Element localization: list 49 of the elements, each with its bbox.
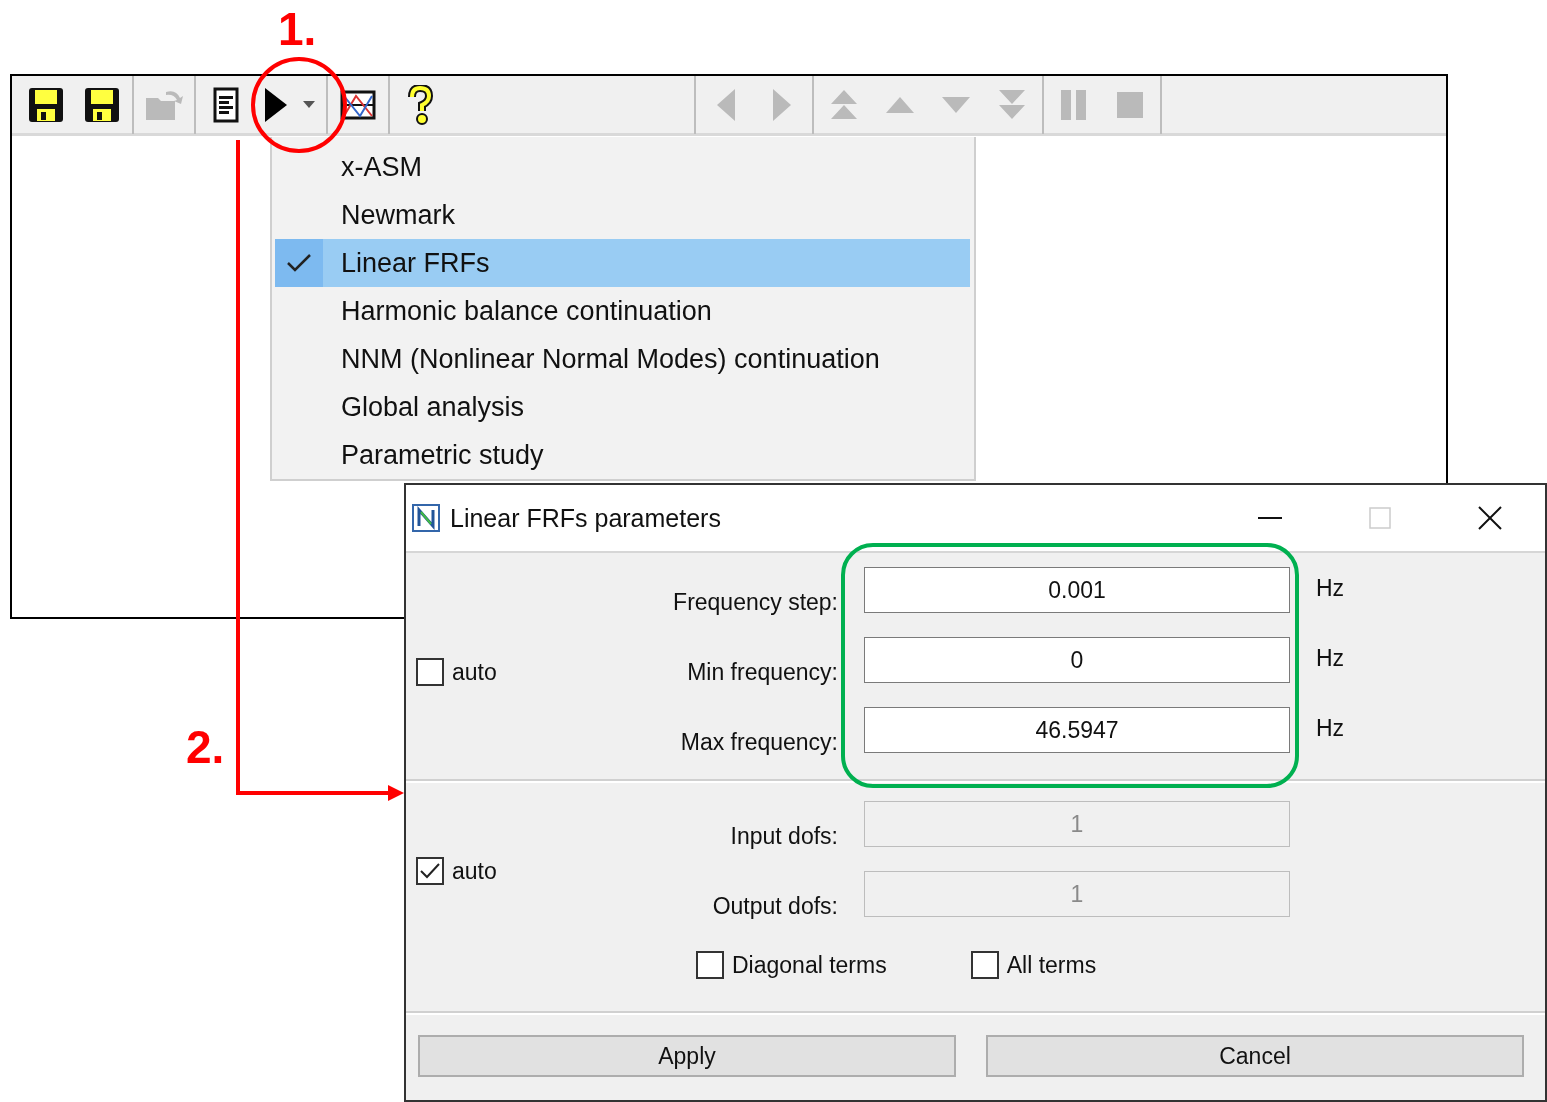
step-label: 1. bbox=[278, 2, 317, 56]
menu-item[interactable]: Harmonic balance continuation bbox=[275, 287, 970, 335]
checkbox[interactable] bbox=[696, 951, 724, 979]
input-field[interactable]: 0 bbox=[864, 637, 1290, 683]
field-label: Min frequency: bbox=[686, 658, 839, 686]
pause-icon bbox=[1060, 88, 1088, 121]
caret-icon bbox=[303, 100, 315, 109]
checkbox-label: auto bbox=[452, 658, 497, 686]
menu-item[interactable]: x-ASM bbox=[275, 143, 970, 191]
double-up-icon bbox=[829, 88, 859, 121]
unit-label: Hz bbox=[1316, 574, 1346, 602]
checkbox-label: All terms bbox=[1006, 951, 1097, 979]
minimize-icon bbox=[1258, 517, 1282, 519]
window-title: Linear FRFs parameters bbox=[450, 503, 722, 533]
unit-label: Hz bbox=[1316, 714, 1346, 742]
app-logo-icon bbox=[412, 504, 440, 532]
stop-icon bbox=[1116, 90, 1144, 119]
dialog-button[interactable]: Cancel bbox=[986, 1035, 1524, 1077]
document-icon bbox=[213, 86, 239, 123]
checkbox[interactable] bbox=[970, 951, 999, 979]
menu-item[interactable]: Parametric study bbox=[275, 431, 970, 479]
play-icon bbox=[263, 86, 289, 123]
checkbox[interactable] bbox=[416, 857, 444, 885]
help-icon bbox=[406, 84, 434, 125]
triangle-down-icon bbox=[941, 95, 971, 114]
maximize-icon bbox=[1369, 507, 1391, 529]
triangle-right-icon bbox=[771, 87, 793, 122]
close-icon bbox=[1478, 506, 1502, 530]
field-label: Frequency step: bbox=[672, 588, 839, 616]
save-icon bbox=[84, 86, 120, 123]
step-label: 2. bbox=[186, 720, 225, 774]
menu-item[interactable]: Linear FRFs bbox=[275, 239, 970, 287]
triangle-left-icon bbox=[715, 87, 737, 122]
input-field[interactable]: 46.5947 bbox=[864, 707, 1290, 753]
double-down-icon bbox=[997, 88, 1027, 121]
menu-item[interactable]: NNM (Nonlinear Normal Modes) continuation bbox=[275, 335, 970, 383]
checkbox-label: auto bbox=[452, 857, 497, 885]
save-icon bbox=[28, 86, 64, 123]
menu-item[interactable]: Global analysis bbox=[275, 383, 970, 431]
field-label: Input dofs: bbox=[729, 822, 839, 850]
menu-item[interactable]: Newmark bbox=[275, 191, 970, 239]
field-label: Output dofs: bbox=[711, 892, 839, 920]
checkbox[interactable] bbox=[416, 658, 444, 686]
unit-label: Hz bbox=[1316, 644, 1346, 672]
triangle-up-icon bbox=[885, 95, 915, 114]
dialog-button[interactable]: Apply bbox=[418, 1035, 956, 1077]
field-label: Max frequency: bbox=[679, 728, 839, 756]
checkbox-label: Diagonal terms bbox=[732, 951, 887, 979]
input-field[interactable]: 0.001 bbox=[864, 567, 1290, 613]
